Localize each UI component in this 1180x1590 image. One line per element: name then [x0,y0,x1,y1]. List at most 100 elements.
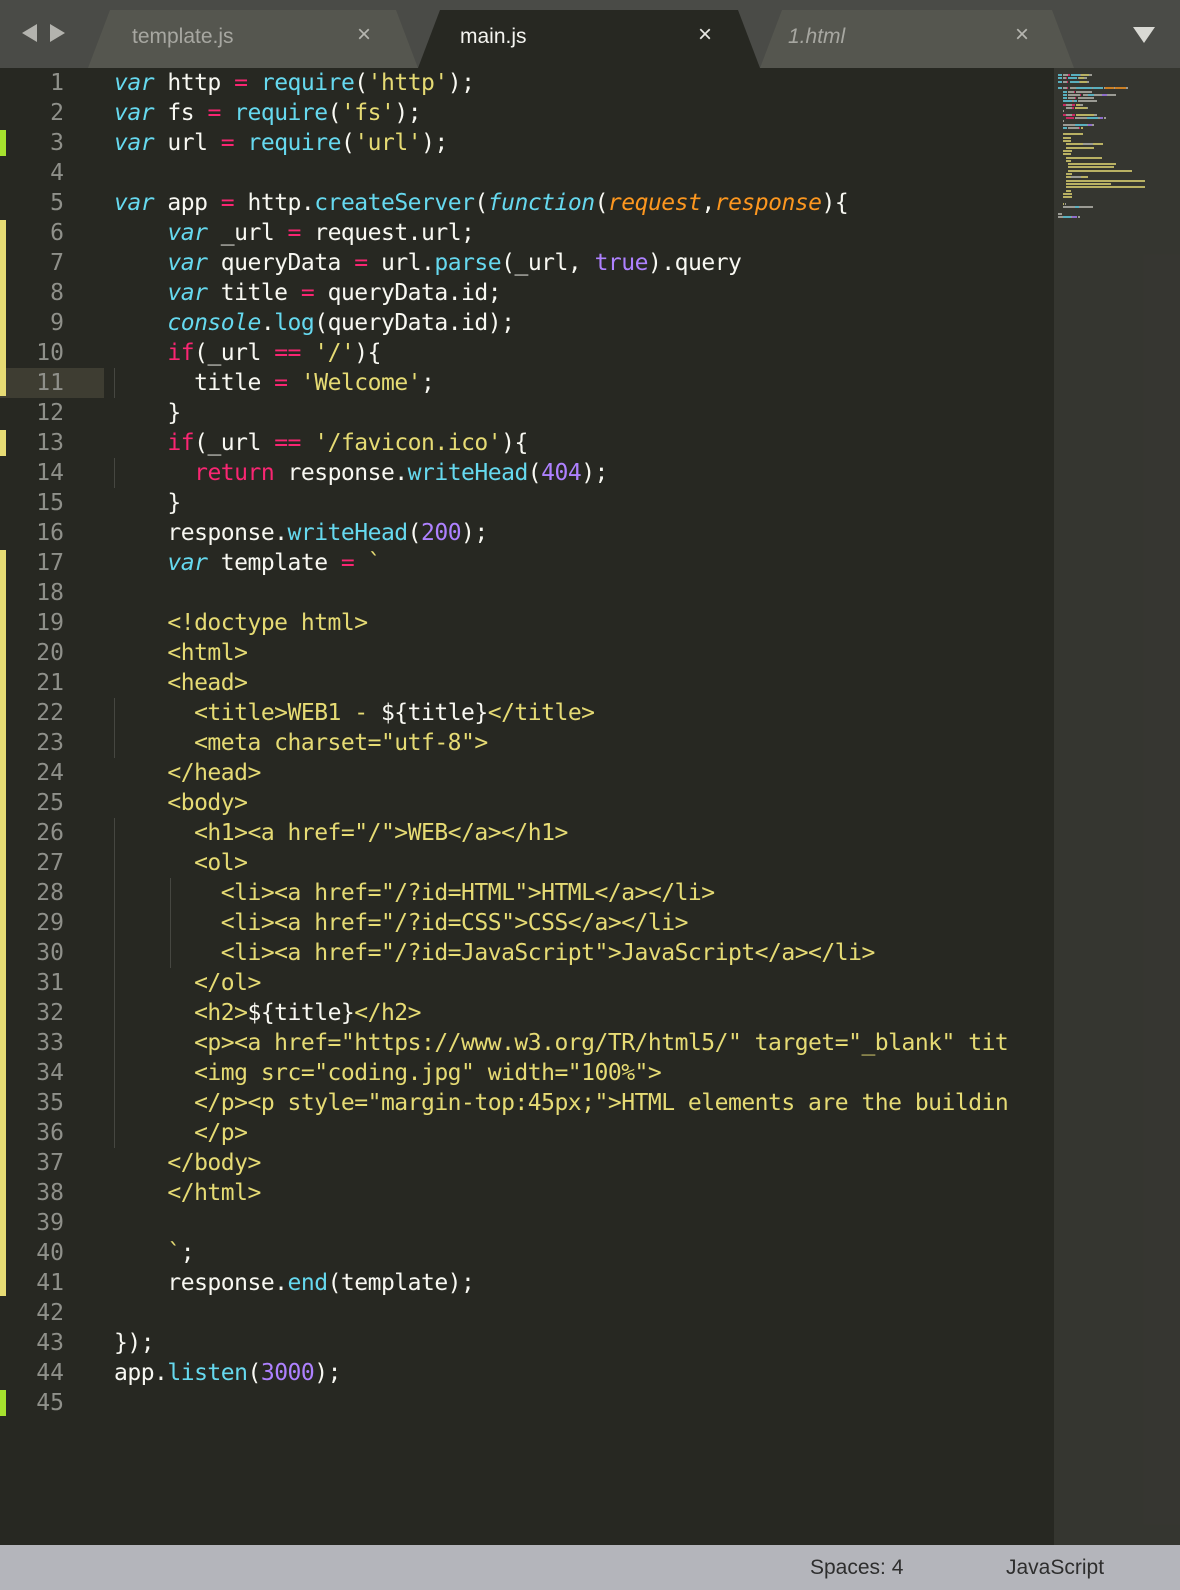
code-line[interactable]: 5 var app = http.createServer(function(re… [0,188,1054,218]
code-editor[interactable]: 1 var http = require('http'); 2 var fs = re… [0,68,1054,1545]
triangle-down-icon[interactable] [1133,27,1155,43]
tab-main-js[interactable]: main.js × [418,10,760,68]
code-line[interactable]: 27 <ol> [0,848,1054,878]
code-line[interactable]: 19 <!doctype html> [0,608,1054,638]
code-token: url. [367,250,435,276]
code-line[interactable]: 3 var url = require('url'); [0,128,1054,158]
code-text: console.log(queryData.id); [114,308,515,338]
code-line[interactable]: 8 var title = queryData.id; [0,278,1054,308]
close-icon[interactable]: × [693,23,717,47]
code-text: if(_url == '/'){ [114,338,381,368]
code-line[interactable]: 26 <h1><a href="/">WEB</a></h1> [0,818,1054,848]
code-line[interactable]: 24 </head> [0,758,1054,788]
code-text: var template = ` [114,548,381,578]
tab-template-js[interactable]: template.js × [88,10,418,68]
code-line[interactable]: 4 [0,158,1054,188]
code-text: <ol> [114,848,248,878]
code-line[interactable]: 2 var fs = require('fs'); [0,98,1054,128]
code-line[interactable]: 21 <head> [0,668,1054,698]
code-line[interactable]: 16 response.writeHead(200); [0,518,1054,548]
minimap-token [1086,107,1088,109]
code-text: title = 'Welcome'; [114,368,435,398]
code-line[interactable]: 41 response.end(template); [0,1268,1054,1298]
code-line[interactable]: 23 <meta charset="utf-8"> [0,728,1054,758]
code-line[interactable]: 42 [0,1298,1054,1328]
code-line[interactable]: 38 </html> [0,1178,1054,1208]
code-token: ( [594,190,609,216]
syntax-status[interactable]: JavaScript [1006,1556,1104,1580]
code-line[interactable]: 13 if(_url == '/favicon.ico'){ [0,428,1054,458]
code-token: ( [407,520,422,546]
code-token: <meta charset="utf-8"> [114,730,488,756]
code-token: = [287,220,302,246]
code-line[interactable]: 22 <title>WEB1 - ${title}</title> [0,698,1054,728]
code-line[interactable]: 10 if(_url == '/'){ [0,338,1054,368]
code-text: <p><a href="https://www.w3.org/TR/html5/… [114,1028,1009,1058]
left-arrow-icon[interactable] [22,24,37,42]
code-line[interactable]: 33 <p><a href="https://www.w3.org/TR/htm… [0,1028,1054,1058]
code-line[interactable]: 11 title = 'Welcome'; [0,368,1054,398]
code-line[interactable]: 31 </ol> [0,968,1054,998]
right-arrow-icon[interactable] [50,24,65,42]
code-line[interactable]: 30 <li><a href="/?id=JavaScript">JavaScr… [0,938,1054,968]
code-token: var [114,130,155,156]
code-line[interactable]: 17 var template = ` [0,548,1054,578]
code-token: ); [447,70,475,96]
minimap[interactable] [1054,68,1180,1545]
code-line[interactable]: 15 } [0,488,1054,518]
code-line[interactable]: 25 <body> [0,788,1054,818]
minimap-token [1065,143,1083,146]
code-line[interactable]: 18 [0,578,1054,608]
line-number: 33 [36,1030,64,1056]
code-token: 'Welcome' [300,370,422,396]
code-line[interactable]: 43}); [0,1328,1054,1358]
code-token: request.url; [300,220,475,246]
minimap-token [1067,87,1069,90]
code-token: parse [434,250,502,276]
code-line[interactable]: 32 <h2>${title}</h2> [0,998,1054,1028]
tab-navigation [20,24,76,44]
close-icon[interactable]: × [352,23,376,47]
minimap-token [1068,169,1133,172]
code-line[interactable]: 28 <li><a href="/?id=HTML">HTML</a></li> [0,878,1054,908]
code-token: <h2> [114,1000,248,1026]
code-line[interactable]: 39 [0,1208,1054,1238]
minimap-token [1063,93,1068,96]
minimap-token [1071,74,1081,76]
code-token: listen [167,1360,248,1386]
code-line[interactable]: 40 `; [0,1238,1054,1268]
code-line[interactable]: 35 </p><p style="margin-top:45px;">HTML … [0,1088,1054,1118]
close-icon[interactable]: × [1010,23,1034,47]
code-line[interactable]: 1 var http = require('http'); [0,68,1054,98]
code-line[interactable]: 14 return response.writeHead(404); [0,458,1054,488]
minimap-token [1065,159,1071,162]
code-line[interactable]: 12 } [0,398,1054,428]
line-number: 11 [36,370,64,396]
minimap-token [1081,126,1083,129]
code-line[interactable]: 45 [0,1388,1054,1418]
code-line[interactable]: 9 console.log(queryData.id); [0,308,1054,338]
minimap-token [1063,120,1065,123]
tab-1-html[interactable]: 1.html × [760,10,1074,68]
code-line[interactable]: 29 <li><a href="/?id=CSS">CSS</a></li> [0,908,1054,938]
minimap-viewport[interactable] [1054,68,1180,1545]
code-line[interactable]: 20 <html> [0,638,1054,668]
code-token: == [274,340,301,366]
code-line[interactable]: 36 </p> [0,1118,1054,1148]
code-token: ; [180,1240,195,1266]
code-line[interactable]: 37 </body> [0,1148,1054,1178]
code-line[interactable]: 34 <img src="coding.jpg" width="100%"> [0,1058,1054,1088]
code-token: ; [421,370,435,396]
minimap-token [1074,123,1087,126]
indentation-status[interactable]: Spaces: 4 [810,1556,903,1580]
code-line[interactable]: 44 app.listen(3000); [0,1358,1054,1388]
code-line[interactable]: 6 var _url = request.url; [0,218,1054,248]
line-number: 27 [36,850,64,876]
code-line[interactable]: 7 var queryData = url.parse(_url, true).… [0,248,1054,278]
